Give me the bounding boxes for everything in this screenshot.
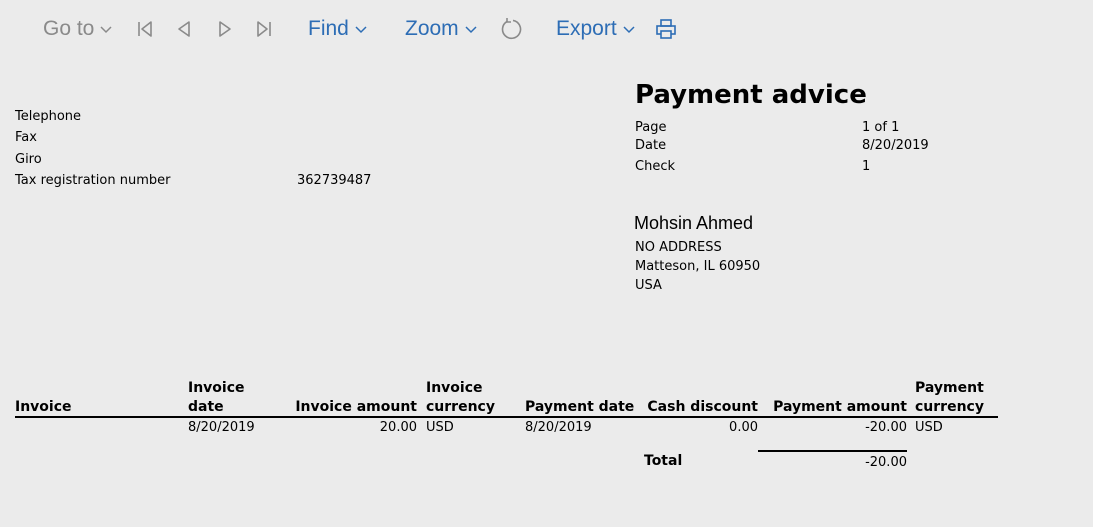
cell-cash-discount: 0.00 xyxy=(729,420,758,435)
header-payment-date: Payment date xyxy=(525,399,635,415)
find-menu[interactable]: Find xyxy=(308,14,368,44)
header-invoice-date-line1: Invoice xyxy=(188,380,245,396)
previous-page-icon xyxy=(178,21,190,37)
header-invoice-currency-line1: Invoice xyxy=(426,380,483,396)
tax-registration-label: Tax registration number xyxy=(15,173,171,188)
date-label: Date xyxy=(635,138,667,153)
page-value: 1 of 1 xyxy=(862,120,900,135)
goto-label: Go to xyxy=(43,17,95,40)
find-label: Find xyxy=(308,17,349,40)
next-page-button[interactable] xyxy=(216,14,234,44)
header-invoice-date-line2: date xyxy=(188,399,224,415)
export-menu[interactable]: Export xyxy=(556,14,636,44)
page-title: Payment advice xyxy=(635,80,867,110)
giro-label: Giro xyxy=(15,152,42,167)
check-label: Check xyxy=(635,159,675,174)
header-invoice-amount: Invoice amount xyxy=(295,399,417,415)
header-underline xyxy=(15,416,998,418)
header-cash-discount: Cash discount xyxy=(647,399,758,415)
refresh-icon xyxy=(501,18,522,40)
total-overline xyxy=(758,450,907,452)
chevron-down-icon xyxy=(100,26,112,34)
refresh-button[interactable] xyxy=(499,14,523,44)
print-icon xyxy=(656,19,676,39)
export-label: Export xyxy=(556,17,617,40)
tax-registration-value: 362739487 xyxy=(297,173,372,188)
header-payment-currency-line1: Payment xyxy=(915,380,984,396)
cell-invoice-date: 8/20/2019 xyxy=(188,420,255,435)
next-page-icon xyxy=(219,21,231,37)
last-page-button[interactable] xyxy=(255,14,273,44)
total-value: -20.00 xyxy=(865,455,907,470)
payee-address-line3: USA xyxy=(635,278,662,293)
payee-name: Mohsin Ahmed xyxy=(634,213,754,233)
header-payment-currency-line2: currency xyxy=(915,399,984,415)
telephone-label: Telephone xyxy=(15,109,82,124)
check-value: 1 xyxy=(862,159,871,174)
cell-payment-amount: -20.00 xyxy=(865,420,907,435)
cell-invoice-amount: 20.00 xyxy=(379,420,417,435)
fax-label: Fax xyxy=(15,130,37,145)
goto-menu[interactable]: Go to xyxy=(43,14,113,44)
report-toolbar: Go to Find Zoom Export xyxy=(0,0,1093,58)
zoom-menu[interactable]: Zoom xyxy=(405,14,478,44)
last-page-icon xyxy=(257,21,271,37)
date-value: 8/20/2019 xyxy=(862,138,929,153)
header-invoice: Invoice xyxy=(15,399,72,415)
print-button[interactable] xyxy=(655,14,677,44)
previous-page-button[interactable] xyxy=(175,14,193,44)
chevron-down-icon xyxy=(355,26,367,34)
payee-address-line1: NO ADDRESS xyxy=(635,240,722,255)
header-invoice-currency-line2: currency xyxy=(426,399,495,415)
zoom-label: Zoom xyxy=(405,17,459,40)
first-page-icon xyxy=(138,21,152,37)
cell-payment-currency: USD xyxy=(915,420,943,435)
payee-address-line2: Matteson, IL 60950 xyxy=(635,259,761,274)
chevron-down-icon xyxy=(623,26,635,34)
cell-invoice-currency: USD xyxy=(426,420,454,435)
page-label: Page xyxy=(635,120,667,135)
first-page-button[interactable] xyxy=(136,14,154,44)
header-payment-amount: Payment amount xyxy=(773,399,907,415)
total-label: Total xyxy=(644,453,683,469)
chevron-down-icon xyxy=(465,26,477,34)
cell-payment-date: 8/20/2019 xyxy=(525,420,592,435)
